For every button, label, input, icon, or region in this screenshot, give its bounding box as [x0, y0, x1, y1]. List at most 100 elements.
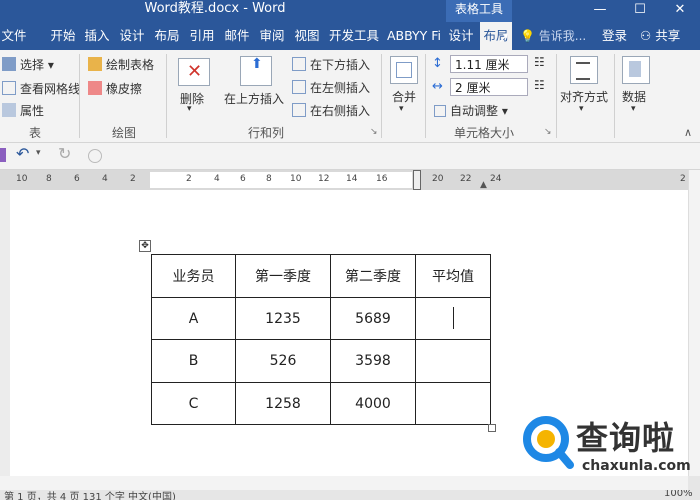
pencil-icon	[88, 57, 102, 71]
ribbon-separator	[79, 54, 80, 138]
ribbon-separator	[614, 54, 615, 138]
table-header-row: 业务员 第一季度 第二季度 平均值	[151, 254, 491, 298]
redo-icon[interactable]: ↻	[58, 144, 71, 163]
table-cell[interactable]: A	[151, 297, 236, 340]
alignment-button[interactable]: 对齐方式	[560, 88, 608, 105]
close-button[interactable]: ✕	[660, 0, 700, 22]
column-width-input[interactable]: 2 厘米	[450, 78, 528, 96]
select-button[interactable]: 选择 ▾	[2, 56, 54, 73]
distribute-columns-icon[interactable]: ☷	[534, 78, 545, 92]
undo-dropdown-icon[interactable]: ▾	[36, 148, 41, 158]
table-header-cell[interactable]: 业务员	[151, 254, 236, 298]
indent-marker-icon[interactable]	[413, 170, 421, 190]
insert-right-button[interactable]: 在右侧插入	[292, 102, 370, 119]
maximize-button[interactable]: ☐	[620, 0, 660, 22]
rows-columns-dialog-launcher-icon[interactable]: ↘	[370, 127, 378, 137]
insert-left-icon	[292, 80, 306, 94]
alignment-dropdown-icon: ▾	[579, 104, 584, 114]
merge-button[interactable]: 合并	[392, 88, 416, 105]
properties-button[interactable]: 属性	[2, 102, 44, 119]
insert-above-icon: ⬆	[240, 56, 272, 86]
table-header-cell[interactable]: 平均值	[415, 254, 491, 298]
data-button[interactable]: 数据	[622, 88, 646, 105]
insert-above-button[interactable]: 在上方插入	[224, 90, 284, 107]
data-dropdown-icon: ▾	[631, 104, 636, 114]
eraser-button[interactable]: 橡皮擦	[88, 80, 142, 97]
collapse-ribbon-icon[interactable]: ∧	[684, 126, 692, 139]
draw-table-button[interactable]: 绘制表格	[88, 56, 154, 73]
ruler-number: 16	[376, 174, 388, 184]
tab-layout[interactable]: 布局	[153, 22, 181, 50]
table-row: C 1258 4000	[151, 382, 491, 425]
tab-references[interactable]: 引用	[188, 22, 216, 50]
cell-size-dialog-launcher-icon[interactable]: ↘	[544, 127, 552, 137]
column-marker-icon[interactable]: ▲	[480, 180, 487, 190]
tab-review[interactable]: 审阅	[258, 22, 286, 50]
ruler-number: 2	[680, 174, 686, 184]
ruler-number: 8	[46, 174, 52, 184]
ruler-number: 2	[130, 174, 136, 184]
autofit-button[interactable]: 自动调整 ▾	[434, 102, 508, 119]
ruler-number: 24	[490, 174, 502, 184]
select-icon	[2, 57, 16, 71]
ruler-number: 8	[266, 174, 272, 184]
lightbulb-icon: 💡	[520, 29, 535, 43]
table-cell[interactable]: C	[151, 382, 236, 425]
minimize-button[interactable]: —	[580, 0, 620, 22]
tab-insert[interactable]: 插入	[83, 22, 111, 50]
watermark-url: chaxunla.com	[582, 458, 691, 474]
delete-button[interactable]: 删除	[180, 90, 204, 107]
table-header-cell[interactable]: 第一季度	[235, 254, 331, 298]
distribute-rows-icon[interactable]: ☷	[534, 55, 545, 69]
group-label-rows-columns: 行和列	[247, 126, 284, 140]
sign-in-link[interactable]: 登录	[602, 22, 627, 50]
table-cell[interactable]: 5689	[330, 297, 416, 340]
share-button[interactable]: ⚇ 共享	[640, 22, 680, 50]
horizontal-scrollbar[interactable]	[0, 476, 688, 490]
table-cell[interactable]: 526	[235, 339, 331, 383]
zoom-level[interactable]: 100%	[664, 490, 693, 499]
tab-design[interactable]: 设计	[118, 22, 146, 50]
undo-icon[interactable]: ↶	[16, 144, 29, 163]
table-cell[interactable]: 1235	[235, 297, 331, 340]
row-height-input[interactable]: 1.11 厘米	[450, 55, 528, 73]
table-move-handle-icon[interactable]: ✥	[139, 240, 151, 252]
window-controls: — ☐ ✕	[576, 0, 700, 22]
ribbon-separator	[166, 54, 167, 138]
table-row: A 1235 5689	[151, 297, 491, 340]
tab-abbyy[interactable]: ABBYY Fi	[386, 22, 442, 50]
gridlines-icon	[2, 81, 16, 95]
ruler-number: 2	[186, 174, 192, 184]
table-cell[interactable]: 3598	[330, 339, 416, 383]
table-cell[interactable]: B	[151, 339, 236, 383]
table-header-cell[interactable]: 第二季度	[330, 254, 416, 298]
tab-table-design[interactable]: 设计	[446, 22, 476, 50]
ruler-number: 10	[16, 174, 28, 184]
tab-mailings[interactable]: 邮件	[223, 22, 251, 50]
group-label-draw: 绘图	[111, 126, 136, 140]
tab-home[interactable]: 开始	[48, 22, 78, 50]
insert-left-button[interactable]: 在左侧插入	[292, 79, 370, 96]
table-cell[interactable]: 4000	[330, 382, 416, 425]
tab-file[interactable]: 文件	[0, 22, 28, 50]
properties-icon	[2, 103, 16, 117]
status-bar: 第 1 页，共 4 页 131 个字 中文(中国) 100%	[0, 490, 700, 500]
insert-right-icon	[292, 103, 306, 117]
mouse-pointer-icon: ➚	[498, 30, 510, 46]
insert-below-button[interactable]: 在下方插入	[292, 56, 370, 73]
ruler-number: 10	[290, 174, 302, 184]
eraser-icon	[88, 81, 102, 95]
view-gridlines-button[interactable]: 查看网格线	[2, 80, 80, 97]
save-icon[interactable]	[0, 148, 6, 162]
tell-me-box[interactable]: 💡 告诉我...	[520, 22, 586, 50]
tab-view[interactable]: 视图	[293, 22, 321, 50]
table-cell[interactable]: 1258	[235, 382, 331, 425]
context-tab-group-label: 表格工具	[446, 0, 512, 22]
table-cell[interactable]	[415, 339, 491, 383]
touch-mode-icon[interactable]	[88, 149, 102, 163]
tab-developer[interactable]: 开发工具	[328, 22, 380, 50]
watermark-logo-icon	[523, 416, 574, 469]
table-cell[interactable]	[415, 382, 491, 425]
table-resize-handle-icon[interactable]	[488, 424, 496, 432]
ruler-number: 20	[432, 174, 444, 184]
